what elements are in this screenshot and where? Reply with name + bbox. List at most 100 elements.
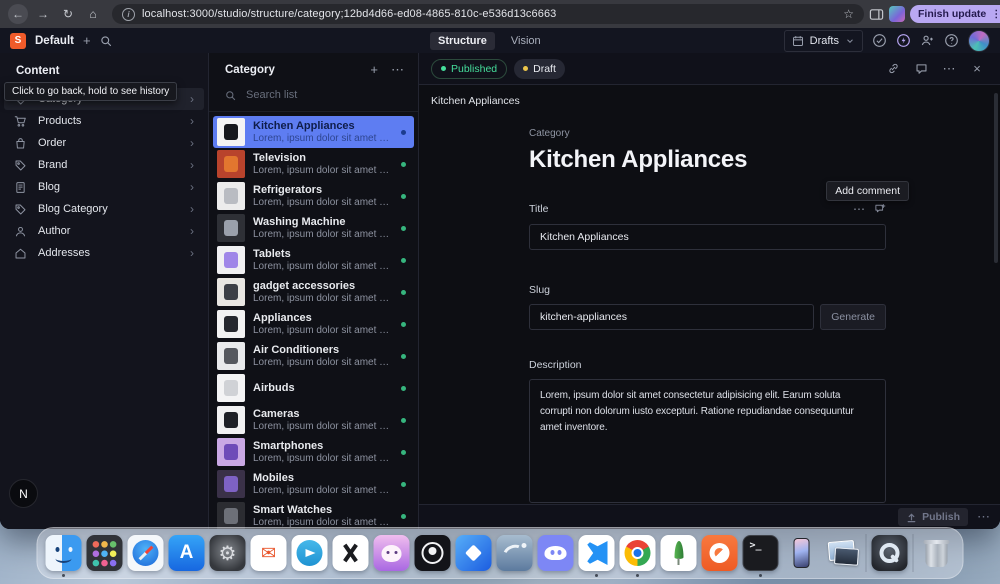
footer-menu-icon[interactable]: ⋯	[977, 509, 990, 525]
generate-slug-button[interactable]: Generate	[820, 304, 886, 330]
dock-postman[interactable]	[702, 535, 738, 571]
site-info-icon[interactable]: i	[122, 8, 135, 21]
field-menu-icon[interactable]: ⋯	[853, 202, 865, 216]
list-item-thumbnail	[217, 150, 245, 178]
obs-icon	[415, 535, 451, 571]
home-button[interactable]: ⌂	[83, 4, 103, 24]
list-item-subtitle: Lorem, ipsum dolor sit amet consectet...	[253, 421, 393, 432]
add-comment-icon[interactable]	[874, 203, 886, 215]
add-comment-button[interactable]: Add comment	[826, 181, 909, 201]
studio-tool-tabs: Structure Vision	[430, 28, 549, 53]
copy-link-icon[interactable]	[882, 58, 904, 80]
dock-system-settings[interactable]	[210, 535, 246, 571]
user-avatar[interactable]	[968, 30, 990, 52]
forward-button[interactable]: →	[33, 4, 53, 24]
publish-label: Publish	[922, 511, 960, 523]
search-list-input[interactable]	[244, 88, 388, 102]
dock-quicktime[interactable]	[872, 535, 908, 571]
list-item-thumbnail	[217, 374, 245, 402]
document-menu-icon[interactable]: ⋯	[938, 58, 960, 80]
capabilities-bolt-icon[interactable]	[896, 33, 911, 48]
dock-mongodb-compass[interactable]	[661, 535, 697, 571]
sidebar-item-brand[interactable]: Brand›	[4, 154, 204, 176]
finish-update-button[interactable]: Finish update ⋮	[910, 5, 1000, 23]
editor-scrollbar[interactable]	[994, 93, 998, 263]
browser-menu-icon[interactable]: ⋮	[991, 9, 1000, 20]
slug-input[interactable]	[529, 304, 814, 330]
description-textarea[interactable]: Lorem, ipsum dolor sit amet consectetur …	[529, 379, 886, 503]
invite-members-icon[interactable]	[920, 33, 935, 48]
dock-telegram[interactable]	[292, 535, 328, 571]
list-item-tablets[interactable]: TabletsLorem, ipsum dolor sit amet conse…	[213, 244, 414, 276]
list-item-airbuds[interactable]: Airbuds	[213, 372, 414, 404]
sidebar-item-products[interactable]: Products›	[4, 110, 204, 132]
reload-button[interactable]: ↻	[58, 4, 78, 24]
list-item-smart-watches[interactable]: Smart WatchesLorem, ipsum dolor sit amet…	[213, 500, 414, 529]
create-new-icon[interactable]: +	[370, 63, 378, 76]
new-document-icon[interactable]: +	[83, 33, 91, 48]
title-input[interactable]	[529, 224, 886, 250]
sanity-logo[interactable]: S	[10, 33, 26, 49]
sidebar-item-blog-category[interactable]: Blog Category›	[4, 198, 204, 220]
list-item-refrigerators[interactable]: RefrigeratorsLorem, ipsum dolor sit amet…	[213, 180, 414, 212]
dock-capcut[interactable]	[333, 535, 369, 571]
dock-chrome[interactable]	[620, 535, 656, 571]
list-item-text: Airbuds	[253, 382, 393, 394]
list-item-air-conditioners[interactable]: Air ConditionersLorem, ipsum dolor sit a…	[213, 340, 414, 372]
list-item-appliances[interactable]: AppliancesLorem, ipsum dolor sit amet co…	[213, 308, 414, 340]
thumbnail-image	[224, 444, 238, 460]
published-chip[interactable]: Published	[431, 59, 507, 79]
back-button[interactable]: ←	[8, 4, 28, 24]
dock-terminal[interactable]	[743, 535, 779, 571]
draft-chip[interactable]: Draft	[514, 59, 565, 79]
help-fab[interactable]: N	[9, 479, 38, 508]
publish-button[interactable]: Publish	[898, 508, 968, 526]
list-item-television[interactable]: TelevisionLorem, ipsum dolor sit amet co…	[213, 148, 414, 180]
dock-discord[interactable]	[538, 535, 574, 571]
dock-mail[interactable]	[251, 535, 287, 571]
dock-jira[interactable]	[456, 535, 492, 571]
dock-vscode[interactable]	[579, 535, 615, 571]
search-icon[interactable]	[100, 35, 112, 47]
tab-vision[interactable]: Vision	[503, 32, 549, 50]
sidebar-item-addresses[interactable]: Addresses›	[4, 242, 204, 264]
list-item-text: Washing MachineLorem, ipsum dolor sit am…	[253, 216, 393, 240]
published-status-dot	[401, 482, 406, 487]
list-item-kitchen-appliances[interactable]: Kitchen AppliancesLorem, ipsum dolor sit…	[213, 116, 414, 148]
jira-icon	[456, 535, 492, 571]
calendar-icon	[792, 35, 804, 47]
tab-structure[interactable]: Structure	[430, 32, 495, 50]
list-item-mobiles[interactable]: MobilesLorem, ipsum dolor sit amet conse…	[213, 468, 414, 500]
list-item-washing-machine[interactable]: Washing MachineLorem, ipsum dolor sit am…	[213, 212, 414, 244]
tasks-icon[interactable]	[872, 33, 887, 48]
list-item-text: gadget accessoriesLorem, ipsum dolor sit…	[253, 280, 393, 304]
help-icon[interactable]	[944, 33, 959, 48]
sidebar-item-order[interactable]: Order›	[4, 132, 204, 154]
releases-drafts-menu[interactable]: Drafts	[784, 30, 863, 52]
url-text: localhost:3000/studio/structure/category…	[142, 8, 556, 20]
dock-iphone-mirroring[interactable]	[784, 535, 820, 571]
dock-launchpad[interactable]	[87, 535, 123, 571]
dock-mysql-workbench[interactable]	[497, 535, 533, 571]
dock-app-store[interactable]	[169, 535, 205, 571]
dock-obs[interactable]	[415, 535, 451, 571]
dock-finder[interactable]	[46, 535, 82, 571]
list-item-cameras[interactable]: CamerasLorem, ipsum dolor sit amet conse…	[213, 404, 414, 436]
dock-safari[interactable]	[128, 535, 164, 571]
side-panel-icon[interactable]	[869, 7, 884, 22]
list-item-smartphones[interactable]: SmartphonesLorem, ipsum dolor sit amet c…	[213, 436, 414, 468]
chevron-right-icon: ›	[190, 114, 194, 128]
list-item-subtitle: Lorem, ipsum dolor sit amet consectet...	[253, 261, 393, 272]
dock-cat-app[interactable]	[374, 535, 410, 571]
dock-trash[interactable]	[919, 535, 955, 571]
bookmark-star-icon[interactable]: ☆	[843, 7, 854, 21]
close-pane-icon[interactable]: ×	[966, 58, 988, 80]
sidebar-item-blog[interactable]: Blog›	[4, 176, 204, 198]
comments-icon[interactable]	[910, 58, 932, 80]
browser-profile-avatar[interactable]	[889, 6, 905, 22]
address-bar[interactable]: i localhost:3000/studio/structure/catego…	[112, 4, 864, 24]
sidebar-item-author[interactable]: Author›	[4, 220, 204, 242]
dock-screenshots[interactable]	[825, 535, 861, 571]
list-item-gadget-accessories[interactable]: gadget accessoriesLorem, ipsum dolor sit…	[213, 276, 414, 308]
list-menu-icon[interactable]: ⋯	[391, 63, 404, 76]
